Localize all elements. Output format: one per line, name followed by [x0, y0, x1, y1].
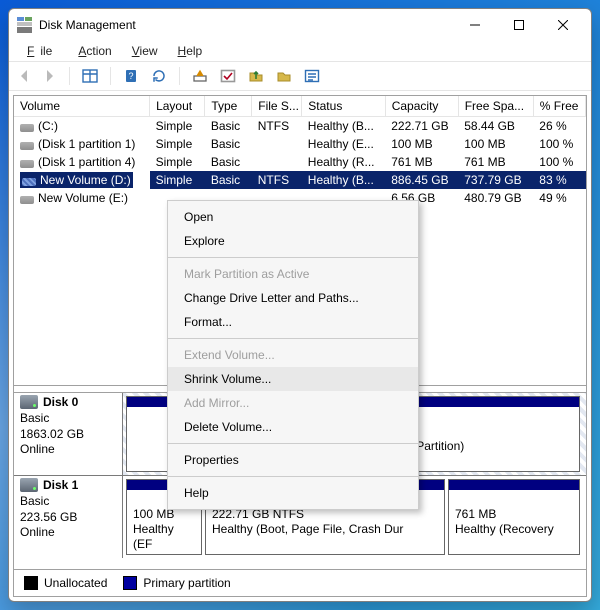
- disk-state-label: Online: [20, 442, 116, 458]
- menu-properties[interactable]: Properties: [168, 448, 418, 472]
- disk-icon: [20, 140, 34, 150]
- legend: Unallocated Primary partition: [14, 569, 586, 596]
- disk-icon: [20, 194, 34, 204]
- menu-format[interactable]: Format...: [168, 310, 418, 334]
- menu-extend-volume: Extend Volume...: [168, 343, 418, 367]
- forward-button[interactable]: [39, 66, 59, 86]
- col-volume[interactable]: Volume: [14, 96, 150, 117]
- action-folder-icon[interactable]: [274, 66, 294, 86]
- titlebar[interactable]: Disk Management: [9, 9, 591, 41]
- part-size: 761 MB: [455, 507, 496, 521]
- menu-help[interactable]: Help: [168, 481, 418, 505]
- legend-swatch-primary: [123, 576, 137, 590]
- volume-row-selected[interactable]: New Volume (D:) SimpleBasicNTFS Healthy …: [14, 171, 586, 189]
- close-button[interactable]: [541, 11, 585, 39]
- col-type[interactable]: Type: [205, 96, 252, 117]
- disk-state-label: Online: [20, 525, 116, 541]
- action-export-icon[interactable]: [246, 66, 266, 86]
- app-icon: [17, 17, 33, 33]
- disk-title: Disk 0: [43, 395, 78, 409]
- hdd-icon: [20, 395, 38, 409]
- col-free[interactable]: Free Spa...: [458, 96, 533, 117]
- menu-shrink-volume[interactable]: Shrink Volume...: [168, 367, 418, 391]
- legend-label: Unallocated: [44, 576, 107, 590]
- refresh-icon[interactable]: [149, 66, 169, 86]
- menu-help[interactable]: Help: [172, 42, 209, 60]
- action-check-icon[interactable]: [218, 66, 238, 86]
- menu-change-drive-letter[interactable]: Change Drive Letter and Paths...: [168, 286, 418, 310]
- col-pct[interactable]: % Free: [533, 96, 585, 117]
- menu-add-mirror: Add Mirror...: [168, 391, 418, 415]
- menu-view[interactable]: View: [126, 42, 164, 60]
- menu-bar: File Action View Help: [9, 41, 591, 61]
- action-eject-icon[interactable]: [190, 66, 210, 86]
- menu-action[interactable]: Action: [72, 42, 117, 60]
- part-status: Healthy (Recovery: [455, 522, 554, 536]
- column-header-row[interactable]: Volume Layout Type File S... Status Capa…: [14, 96, 586, 117]
- volume-row[interactable]: (Disk 1 partition 1) SimpleBasic Healthy…: [14, 135, 586, 153]
- menu-explore[interactable]: Explore: [168, 229, 418, 253]
- svg-text:?: ?: [128, 71, 133, 81]
- menu-file[interactable]: File: [21, 42, 64, 60]
- minimize-button[interactable]: [453, 11, 497, 39]
- partition-recovery[interactable]: 761 MB Healthy (Recovery: [448, 479, 580, 555]
- volume-row[interactable]: (C:) SimpleBasicNTFS Healthy (B...222.71…: [14, 117, 586, 136]
- disk-title: Disk 1: [43, 478, 78, 492]
- window-title: Disk Management: [39, 18, 136, 32]
- action-list-icon[interactable]: [302, 66, 322, 86]
- maximize-button[interactable]: [497, 11, 541, 39]
- col-status[interactable]: Status: [302, 96, 385, 117]
- menu-delete-volume[interactable]: Delete Volume...: [168, 415, 418, 439]
- back-button[interactable]: [15, 66, 35, 86]
- disk-size-label: 223.56 GB: [20, 510, 116, 526]
- toolbar: ?: [9, 61, 591, 91]
- disk-icon: [22, 176, 36, 186]
- menu-open[interactable]: Open: [168, 205, 418, 229]
- col-layout[interactable]: Layout: [150, 96, 205, 117]
- disk-type-label: Basic: [20, 411, 116, 427]
- hdd-icon: [20, 478, 38, 492]
- legend-label: Primary partition: [143, 576, 230, 590]
- disk-type-label: Basic: [20, 494, 116, 510]
- disk-icon: [20, 122, 34, 132]
- volume-row[interactable]: (Disk 1 partition 4) SimpleBasic Healthy…: [14, 153, 586, 171]
- settings-grid-icon[interactable]: [80, 66, 100, 86]
- legend-swatch-unallocated: [24, 576, 38, 590]
- part-status: Healthy (Boot, Page File, Crash Dur: [212, 522, 403, 536]
- menu-mark-active: Mark Partition as Active: [168, 262, 418, 286]
- help-icon[interactable]: ?: [121, 66, 141, 86]
- disk-management-window: Disk Management File Action View Help ?: [8, 8, 592, 602]
- disk-size-label: 1863.02 GB: [20, 427, 116, 443]
- col-fs[interactable]: File S...: [252, 96, 302, 117]
- part-status: Healthy (EF: [133, 522, 174, 551]
- context-menu: Open Explore Mark Partition as Active Ch…: [167, 200, 419, 510]
- desktop-background: Disk Management File Action View Help ?: [0, 0, 600, 610]
- col-capacity[interactable]: Capacity: [385, 96, 458, 117]
- disk-icon: [20, 158, 34, 168]
